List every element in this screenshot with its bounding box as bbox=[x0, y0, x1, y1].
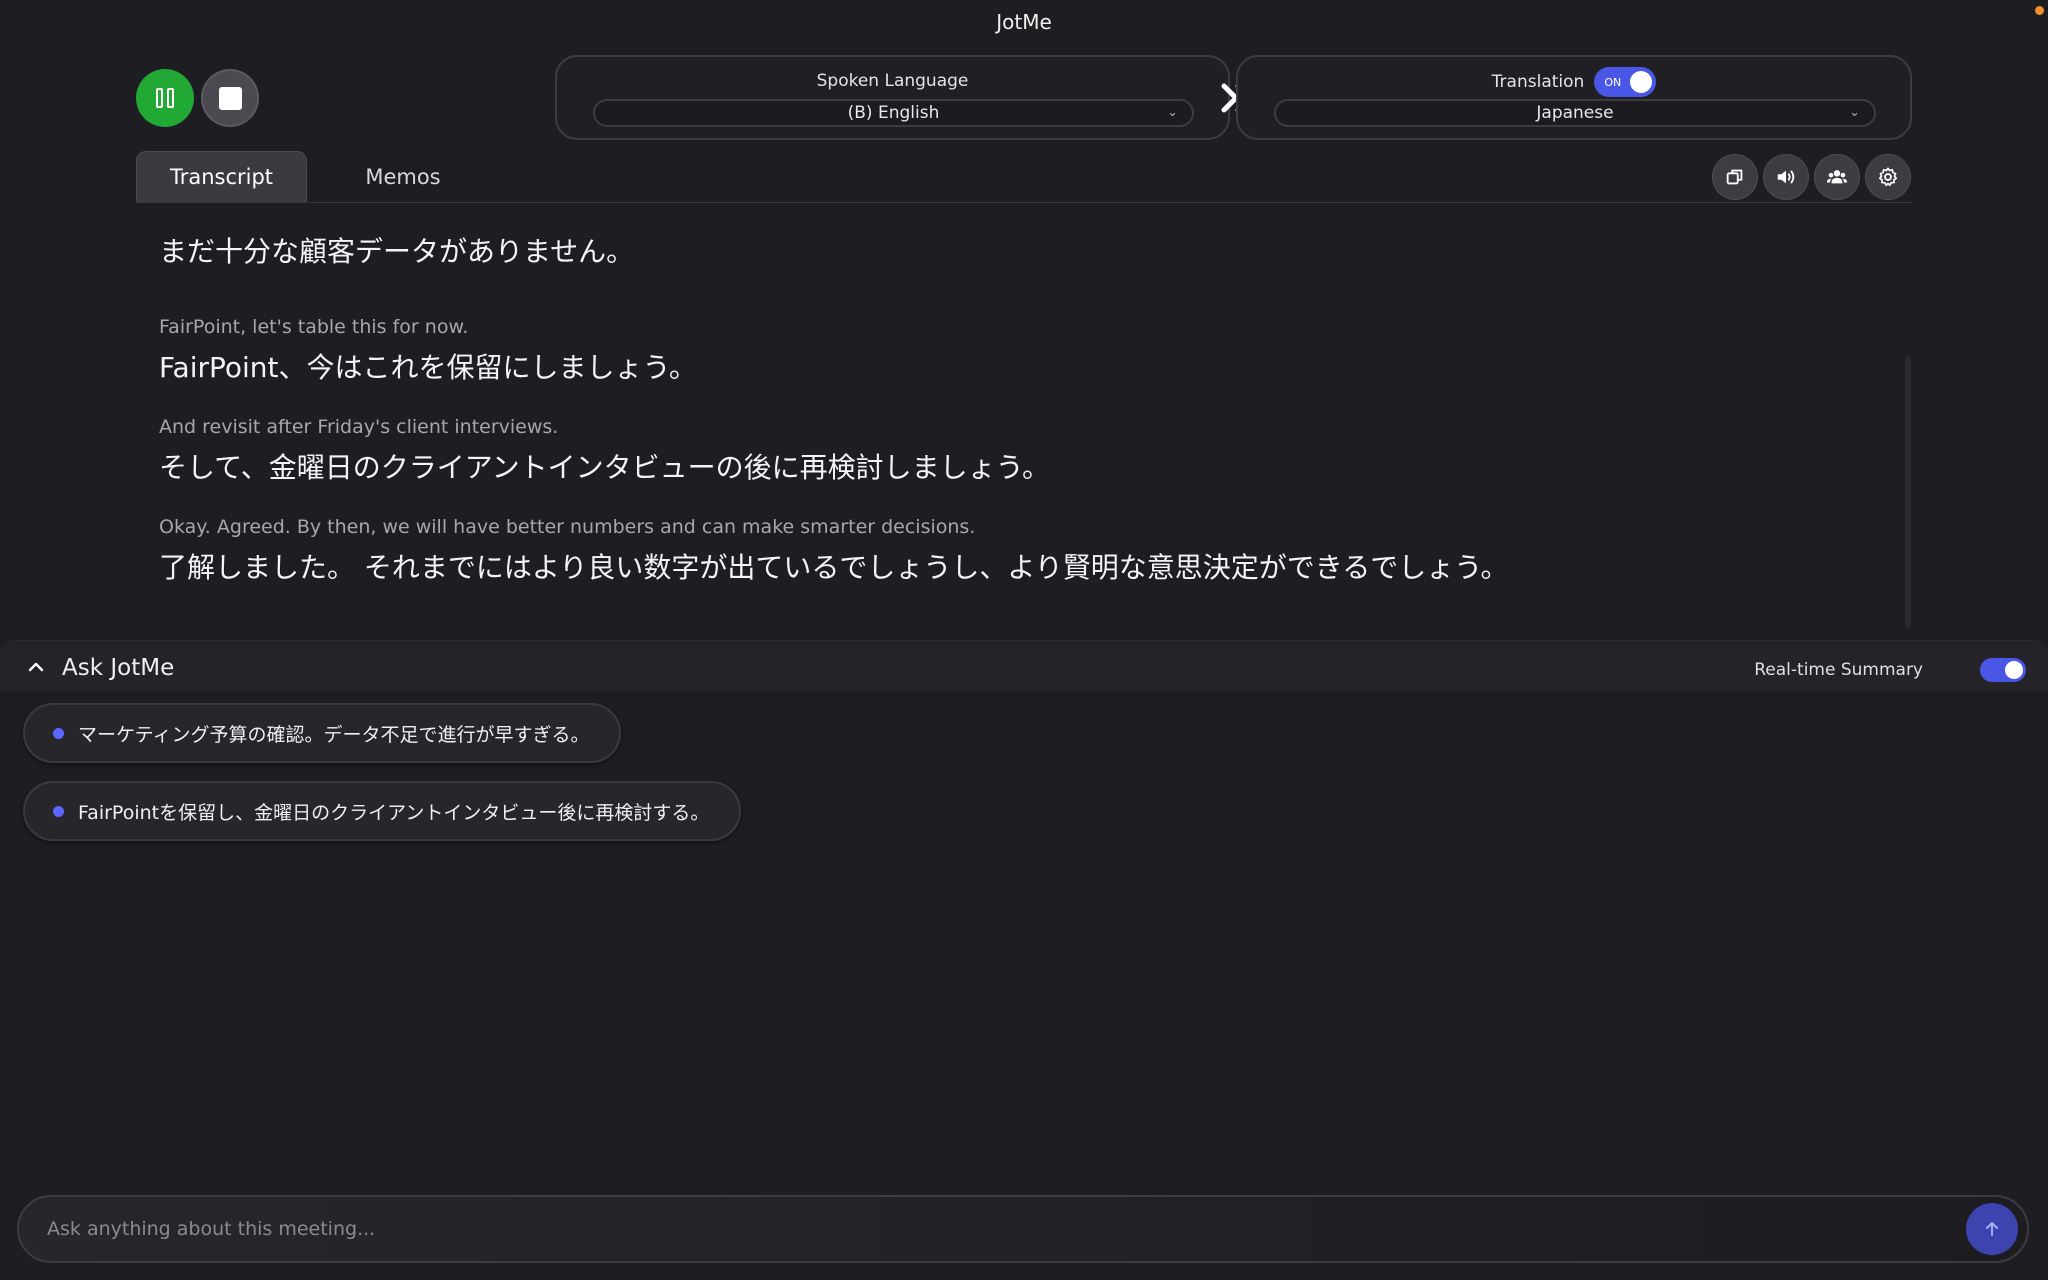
stop-button[interactable] bbox=[201, 69, 259, 127]
realtime-summary-toggle[interactable] bbox=[1980, 658, 2026, 682]
source-text: And revisit after Friday's client interv… bbox=[159, 416, 559, 438]
summary-text: マーケティング予算の確認。データ不足で進行が早すぎる。 bbox=[78, 723, 590, 746]
translation-toggle[interactable]: ON bbox=[1594, 67, 1657, 97]
ask-input[interactable] bbox=[47, 1197, 1967, 1261]
chevron-down-icon: ⌄ bbox=[1849, 105, 1860, 120]
translation-label: Translation bbox=[1491, 72, 1585, 92]
pause-button[interactable] bbox=[136, 69, 194, 127]
chevron-down-icon: ⌄ bbox=[1167, 105, 1178, 120]
spoken-language-select[interactable]: (B) English ⌄ bbox=[593, 99, 1194, 127]
ask-input-bar bbox=[17, 1195, 2029, 1263]
ask-panel: Ask JotMe Real-time Summary マーケティング予算の確認… bbox=[0, 640, 2048, 1280]
transcript-scrollbar[interactable] bbox=[1905, 356, 1911, 628]
speaker-icon bbox=[1777, 170, 1795, 184]
app-title: JotMe bbox=[996, 10, 1052, 34]
popout-window-button[interactable] bbox=[1712, 154, 1758, 200]
translation-language-value: Japanese bbox=[1536, 103, 1614, 123]
bullet-dot bbox=[53, 727, 64, 739]
transcript-area: まだ十分な顧客データがありません。 FairPoint, let's table… bbox=[159, 230, 1879, 616]
summary-item[interactable]: マーケティング予算の確認。データ不足で進行が早すぎる。 bbox=[23, 703, 622, 763]
stop-icon bbox=[218, 86, 242, 110]
spoken-language-value: (B) English bbox=[847, 103, 940, 123]
transcript-segment: And revisit after Friday's client interv… bbox=[159, 416, 1879, 486]
translated-text: 了解しました。 それまでにはより良い数字が出ているでしょうし、より賢明な意思決定… bbox=[159, 551, 1509, 584]
send-button[interactable] bbox=[1966, 1203, 2018, 1255]
settings-button[interactable] bbox=[1865, 154, 1911, 200]
summary-text: FairPointを保留し、金曜日のクライアントインタビュー後に再検討する。 bbox=[78, 801, 710, 824]
spoken-language-label: Spoken Language bbox=[816, 71, 969, 91]
arrow-up-icon bbox=[1986, 1222, 1998, 1236]
toggle-knob bbox=[1630, 71, 1653, 93]
chevron-up-icon[interactable] bbox=[27, 660, 45, 674]
translation-panel: Translation ON Japanese ⌄ bbox=[1236, 55, 1912, 140]
transcript-segment: FairPoint, let's table this for now. Fai… bbox=[159, 316, 1879, 386]
participants-button[interactable] bbox=[1814, 154, 1860, 200]
gear-icon bbox=[1878, 167, 1898, 187]
source-text: FairPoint, let's table this for now. bbox=[159, 316, 469, 338]
transcript-line: まだ十分な顧客データがありません。 bbox=[159, 235, 635, 268]
pause-icon bbox=[156, 88, 174, 108]
bullet-dot bbox=[53, 805, 64, 817]
spoken-language-panel: Spoken Language (B) English ⌄ bbox=[555, 55, 1230, 140]
realtime-summary-label: Real-time Summary bbox=[1754, 660, 1923, 680]
tab-divider bbox=[136, 202, 1912, 203]
tab-transcript[interactable]: Transcript bbox=[136, 151, 307, 203]
translation-header: Translation ON bbox=[1238, 67, 1910, 97]
copy-window-icon bbox=[1726, 169, 1743, 185]
translated-text: FairPoint、今はこれを保留にしましょう。 bbox=[159, 351, 697, 384]
translation-toggle-text: ON bbox=[1604, 75, 1622, 89]
notification-dot bbox=[2035, 6, 2044, 15]
toggle-knob bbox=[2005, 661, 2023, 679]
audio-button[interactable] bbox=[1763, 154, 1809, 200]
tab-memos[interactable]: Memos bbox=[330, 151, 476, 203]
translated-text: そして、金曜日のクライアントインタビューの後に再検討しましょう。 bbox=[159, 451, 1050, 484]
transcript-segment: Okay. Agreed. By then, we will have bett… bbox=[159, 516, 1879, 586]
ask-header: Ask JotMe Real-time Summary bbox=[0, 641, 2048, 691]
source-text: Okay. Agreed. By then, we will have bett… bbox=[159, 516, 976, 538]
summary-item[interactable]: FairPointを保留し、金曜日のクライアントインタビュー後に再検討する。 bbox=[23, 781, 742, 841]
ask-title: Ask JotMe bbox=[62, 655, 175, 681]
participants-icon bbox=[1826, 170, 1848, 184]
translation-language-select[interactable]: Japanese ⌄ bbox=[1274, 99, 1876, 127]
